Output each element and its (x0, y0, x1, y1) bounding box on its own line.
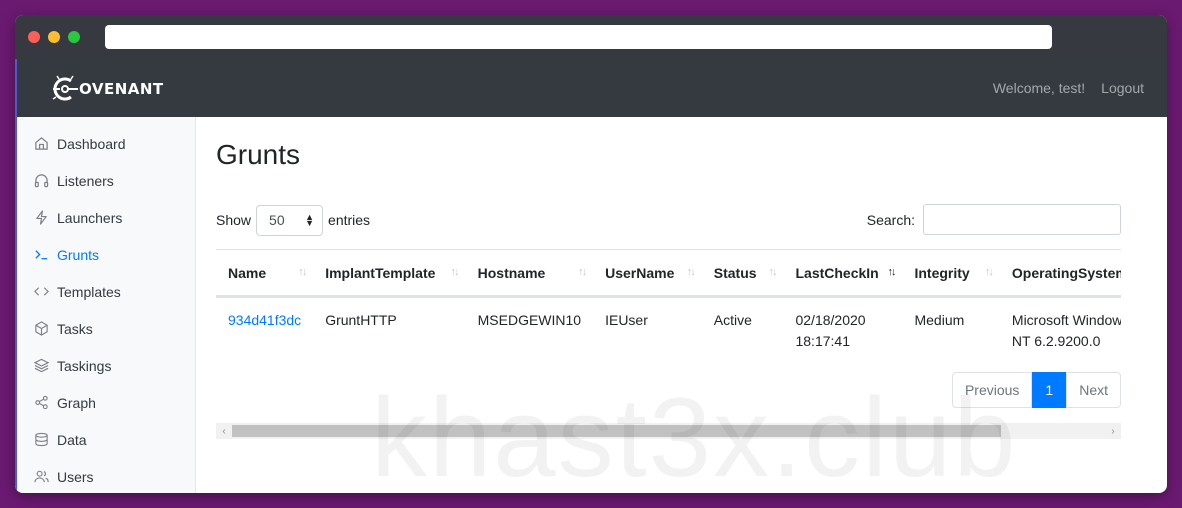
sidebar-item-label: Graph (57, 394, 96, 411)
cell-lastcheckin: 02/18/2020 18:17:41 (783, 297, 902, 372)
column-header-status[interactable]: Status ↑↓ (701, 249, 784, 298)
pagination: Previous 1 Next (951, 372, 1121, 408)
sidebar-item-label: Data (57, 431, 87, 448)
brand-name: OVENANT (79, 80, 164, 98)
entries-select[interactable]: 50 ▲ ▼ (256, 204, 324, 236)
code-icon (33, 284, 49, 300)
sidebar-item-dashboard[interactable]: Dashboard (17, 125, 195, 162)
horizontal-scrollbar[interactable]: ‹ › (216, 423, 1121, 439)
search-input[interactable] (923, 204, 1121, 235)
cell-integrity: Medium (914, 312, 965, 328)
cell-implant-template: GruntHTTP (325, 312, 397, 328)
sidebar-item-label: Tasks (57, 320, 93, 337)
table-row: 934d41f3dc GruntHTTP MSEDGEWIN10 IEUser … (216, 297, 1121, 372)
lastcheckin-time: 18:17:41 (795, 333, 850, 349)
layers-icon (33, 358, 49, 374)
sort-icon: ↑↓ (984, 266, 994, 278)
terminal-icon (33, 247, 49, 263)
sidebar-item-label: Grunts (57, 246, 100, 263)
next-page-button[interactable]: Next (1066, 372, 1121, 408)
headphones-icon (33, 173, 49, 189)
sidebar-item-listeners[interactable]: Listeners (17, 162, 195, 199)
sidebar-item-graph[interactable]: Graph (17, 384, 195, 421)
sort-icon: ↑↓ (578, 266, 587, 278)
cell-username: IEUser (605, 312, 648, 328)
search-label: Search: (866, 211, 915, 228)
sidebar-item-tasks[interactable]: Tasks (17, 310, 195, 347)
address-bar[interactable] (105, 25, 1052, 49)
lastcheckin-date: 02/18/2020 (795, 312, 866, 328)
top-navbar: OVENANT Welcome, test! Logout (15, 59, 1167, 117)
box-icon (33, 321, 49, 337)
share-icon (33, 395, 49, 411)
column-header-lastcheckin[interactable]: LastCheckIn ↑↓ (783, 249, 903, 298)
scrollbar-thumb[interactable] (232, 425, 1001, 437)
browser-window: OVENANT Welcome, test! Logout Dashboard … (15, 15, 1167, 493)
cell-name: 934d41f3dc (216, 297, 313, 372)
main-content: Grunts Show 50 ▲ ▼ entries Search: Name ↑↓… (196, 117, 1167, 493)
column-header-implanttemplate[interactable]: ImplantTemplate ↑↓ (313, 249, 466, 298)
column-header-operatingsystem[interactable]: OperatingSystem (999, 249, 1121, 298)
sidebar-item-label: Launchers (57, 209, 123, 226)
title-bar (15, 15, 1167, 59)
cell-status: Active (713, 312, 752, 328)
select-arrows-icon: ▲ ▼ (305, 212, 315, 228)
sidebar-item-label: Taskings (57, 357, 112, 374)
sidebar-item-label: Dashboard (57, 135, 126, 152)
database-icon (33, 432, 49, 448)
sort-icon: ↑↓ (686, 266, 696, 278)
sidebar-item-users[interactable]: Users (17, 458, 195, 493)
sidebar-item-taskings[interactable]: Taskings (17, 347, 195, 384)
column-header-username[interactable]: UserName ↑↓ (593, 249, 702, 298)
welcome-text: Welcome, test! (992, 80, 1086, 96)
entries-label: entries (328, 212, 371, 228)
logout-link[interactable]: Logout (1101, 80, 1144, 96)
scroll-right-icon[interactable]: › (1105, 423, 1121, 439)
minimize-window-button[interactable] (48, 31, 60, 43)
column-header-hostname[interactable]: Hostname ↑↓ (465, 249, 594, 298)
column-header-integrity[interactable]: Integrity ↑↓ (902, 249, 1000, 298)
page-length-control: Show 50 ▲ ▼ entries (216, 204, 370, 236)
sidebar-item-label: Templates (57, 283, 121, 300)
sidebar-item-launchers[interactable]: Launchers (17, 199, 195, 236)
page-title: Grunts (216, 139, 301, 170)
entries-select-value: 50 (269, 212, 285, 228)
sidebar: Dashboard Listeners Launchers Grunts Tem… (15, 117, 196, 493)
sidebar-item-label: Listeners (57, 172, 114, 189)
column-header-name[interactable]: Name ↑↓ (216, 249, 314, 298)
os-line-1: Microsoft Windows (1011, 312, 1121, 328)
sort-icon: ↑↓ (298, 266, 307, 278)
sort-icon: ↑↓ (450, 266, 460, 278)
sidebar-item-data[interactable]: Data (17, 421, 195, 458)
maximize-window-button[interactable] (68, 31, 80, 43)
cell-operating-system: Microsoft Windows NT 6.2.9200.0 (1000, 297, 1121, 372)
search-control: Search: (867, 204, 1121, 235)
grunt-name-link[interactable]: 934d41f3dc (228, 312, 301, 328)
zap-icon (33, 210, 49, 226)
covenant-logo-icon (52, 75, 78, 101)
previous-page-button[interactable]: Previous (951, 372, 1033, 408)
scroll-left-icon[interactable]: ‹ (216, 423, 232, 439)
show-label: Show (216, 212, 252, 228)
home-icon (33, 136, 49, 152)
sidebar-item-templates[interactable]: Templates (17, 273, 195, 310)
covenant-logo[interactable]: OVENANT (51, 75, 164, 103)
sort-icon: ↑↓ (768, 266, 777, 278)
os-line-2: NT 6.2.9200.0 (1011, 333, 1101, 349)
cell-hostname: MSEDGEWIN10 (477, 312, 582, 328)
page-1-button[interactable]: 1 (1032, 372, 1067, 408)
sort-descending-icon: ↑↓ (887, 266, 896, 278)
sidebar-item-label: Users (57, 468, 94, 485)
users-icon (33, 469, 49, 485)
sidebar-item-grunts[interactable]: Grunts (17, 236, 195, 273)
close-window-button[interactable] (28, 31, 40, 43)
grunts-table: Name ↑↓ ImplantTemplate ↑↓ Hostname ↑↓ User… (216, 249, 1121, 372)
